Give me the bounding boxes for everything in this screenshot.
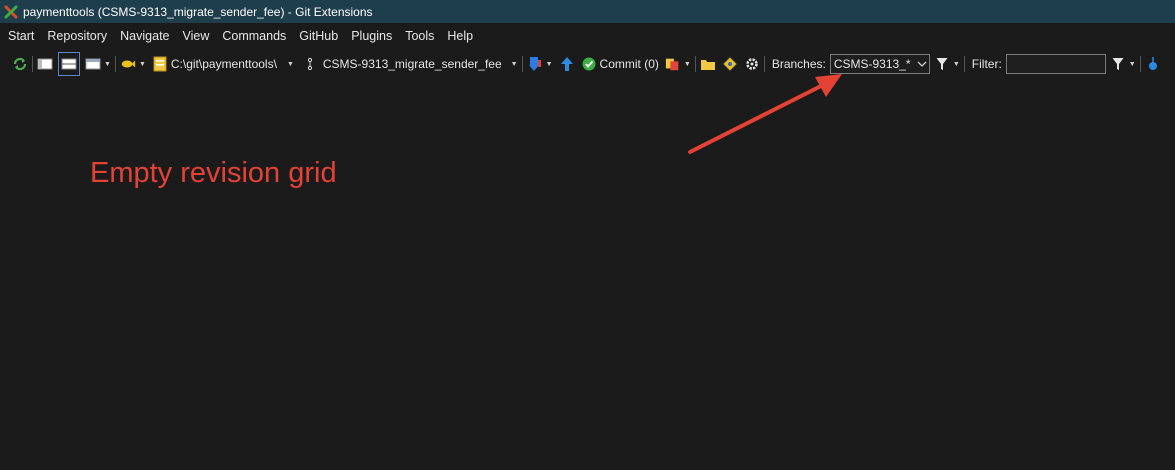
annotation-arrow-icon: [688, 74, 842, 154]
